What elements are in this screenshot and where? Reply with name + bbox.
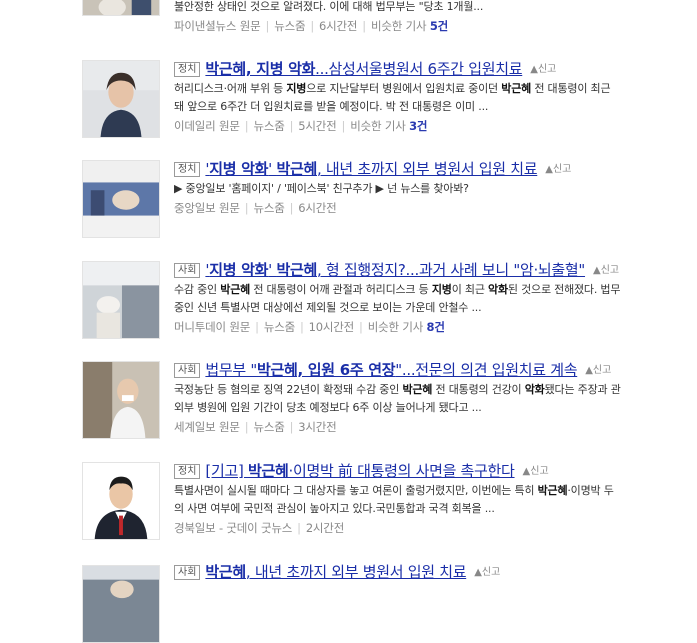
alarm-report-icon: ▲ (530, 64, 538, 75)
original-link[interactable]: 원문 (219, 420, 240, 434)
time: 5시간전 (298, 119, 337, 133)
alarm-report-icon: ▲ (545, 164, 553, 175)
news-snippet: 외부 병원에 입원 기간이 당초 예정보다 6주 이상 늘어나게 됐다고 ... (174, 401, 482, 414)
news-snippet: 불안정한 상태인 것으로 알려졌다. 이에 대해 법무부는 "당초 1개월... (174, 0, 484, 13)
time: 10시간전 (308, 320, 355, 334)
news-thumbnail[interactable] (82, 462, 160, 540)
news-thumbnail[interactable] (82, 60, 160, 138)
time: 3시간전 (298, 420, 337, 434)
news-snippet: 의 사면 여부에 국민적 관심이 높아지고 있다.국민통합과 국격 회복을 ..… (174, 502, 495, 515)
category-badge: 사회 (174, 363, 201, 378)
news-snippet: 특별사면이 실시될 때마다 그 대상자를 놓고 여론이 출렁거렸지만, 이번에는… (174, 484, 614, 497)
category-badge: 정치 (174, 464, 201, 479)
original-link[interactable]: 원문 (240, 19, 261, 33)
press-name[interactable]: 경북일보 - 굿데이 굿뉴스 (174, 521, 292, 535)
news-snippet: 돼 앞으로 6주간 더 입원치료를 받을 예정이다. 박 전 대통령은 이미 .… (174, 100, 489, 113)
report-link[interactable]: ▲신고 (545, 164, 571, 175)
news-meta: 중앙일보 원문 | 뉴스줌 | 6시간전 (174, 201, 337, 215)
news-title[interactable]: [기고] 박근혜·이명박 前 대통령의 사면을 촉구한다 (205, 462, 514, 480)
newszoom-link[interactable]: 뉴스줌 (253, 201, 284, 215)
alarm-report-icon: ▲ (585, 365, 593, 376)
news-title[interactable]: '지병 악화' 박근혜, 형 집행정지?...과거 사례 보니 "암·뇌출혈" (205, 261, 585, 279)
news-title[interactable]: 박근혜, 내년 초까지 외부 병원서 입원 치료 (205, 563, 466, 581)
newszoom-link[interactable]: 뉴스줌 (274, 19, 305, 33)
time: 2시간전 (305, 521, 345, 535)
news-thumbnail[interactable] (82, 160, 160, 238)
report-link[interactable]: ▲신고 (585, 365, 611, 376)
news-title[interactable]: 법무부 "박근혜, 입원 6주 연장"...전문의 의견 입원치료 계속 (205, 361, 577, 379)
similar-articles-link[interactable]: 비슷한 기사 8건 (368, 320, 445, 334)
category-badge: 사회 (174, 565, 201, 580)
alarm-report-icon: ▲ (474, 567, 482, 578)
category-badge: 정치 (174, 62, 201, 77)
news-thumbnail[interactable] (82, 565, 160, 643)
original-link[interactable]: 원문 (219, 119, 240, 133)
similar-articles-link[interactable]: 비슷한 기사 3건 (350, 119, 427, 133)
news-meta: 이데일리 원문 | 뉴스줌 | 5시간전 | 비슷한 기사 3건 (174, 119, 428, 133)
news-meta: 머니투데이 원문 | 뉴스줌 | 10시간전 | 비슷한 기사 8건 (174, 320, 445, 334)
press-name[interactable]: 파이낸셜뉴스 (174, 19, 236, 33)
news-snippet: 국정농단 등 혐의로 징역 22년이 확정돼 수감 중인 박근혜 전 대통령의 … (174, 383, 621, 396)
news-snippet: 허리디스크·어깨 부위 등 지병으로 지난달부터 병원에서 입원치료 중이던 박… (174, 82, 611, 95)
similar-articles-link[interactable]: 비슷한 기사 5건 (371, 19, 448, 33)
report-link[interactable]: ▲신고 (474, 567, 500, 578)
press-name[interactable]: 머니투데이 (174, 320, 226, 334)
news-thumbnail[interactable] (82, 361, 160, 439)
alarm-report-icon: ▲ (593, 265, 601, 276)
report-link[interactable]: ▲신고 (593, 265, 619, 276)
news-meta: 세계일보 원문 | 뉴스줌 | 3시간전 (174, 420, 337, 434)
news-thumbnail[interactable] (82, 0, 160, 16)
news-title[interactable]: 박근혜, 지병 악화...삼성서울병원서 6주간 입원치료 (205, 60, 522, 78)
news-snippet: 수감 중인 박근혜 전 대통령이 어깨 관절과 허리디스크 등 지병이 최근 악… (174, 283, 621, 296)
news-meta: 파이낸셜뉴스 원문 | 뉴스줌 | 6시간전 | 비슷한 기사 5건 (174, 19, 448, 33)
report-link[interactable]: ▲신고 (530, 64, 556, 75)
category-badge: 사회 (174, 263, 201, 278)
news-thumbnail[interactable] (82, 261, 160, 339)
time: 6시간전 (298, 201, 337, 215)
news-snippet: ▶ 중앙일보 '홈페이지' / '페이스북' 친구추가 ▶ 넌 뉴스를 찾아봐? (174, 182, 469, 195)
news-meta: 경북일보 - 굿데이 굿뉴스 | 2시간전 (174, 521, 345, 535)
original-link[interactable]: 원문 (229, 320, 250, 334)
newszoom-link[interactable]: 뉴스줌 (264, 320, 295, 334)
news-title[interactable]: '지병 악화' 박근혜, 내년 초까지 외부 병원서 입원 치료 (205, 160, 537, 178)
press-name[interactable]: 세계일보 (174, 420, 216, 434)
news-snippet: 중인 신년 특별사면 대상에선 제외될 것으로 보이는 가운데 안철수 ... (174, 301, 482, 314)
press-name[interactable]: 중앙일보 (174, 201, 216, 215)
original-link[interactable]: 원문 (219, 201, 240, 215)
category-badge: 정치 (174, 162, 201, 177)
newszoom-link[interactable]: 뉴스줌 (253, 420, 284, 434)
newszoom-link[interactable]: 뉴스줌 (253, 119, 284, 133)
time: 6시간전 (319, 19, 358, 33)
press-name[interactable]: 이데일리 (174, 119, 216, 133)
report-link[interactable]: ▲신고 (523, 466, 549, 477)
